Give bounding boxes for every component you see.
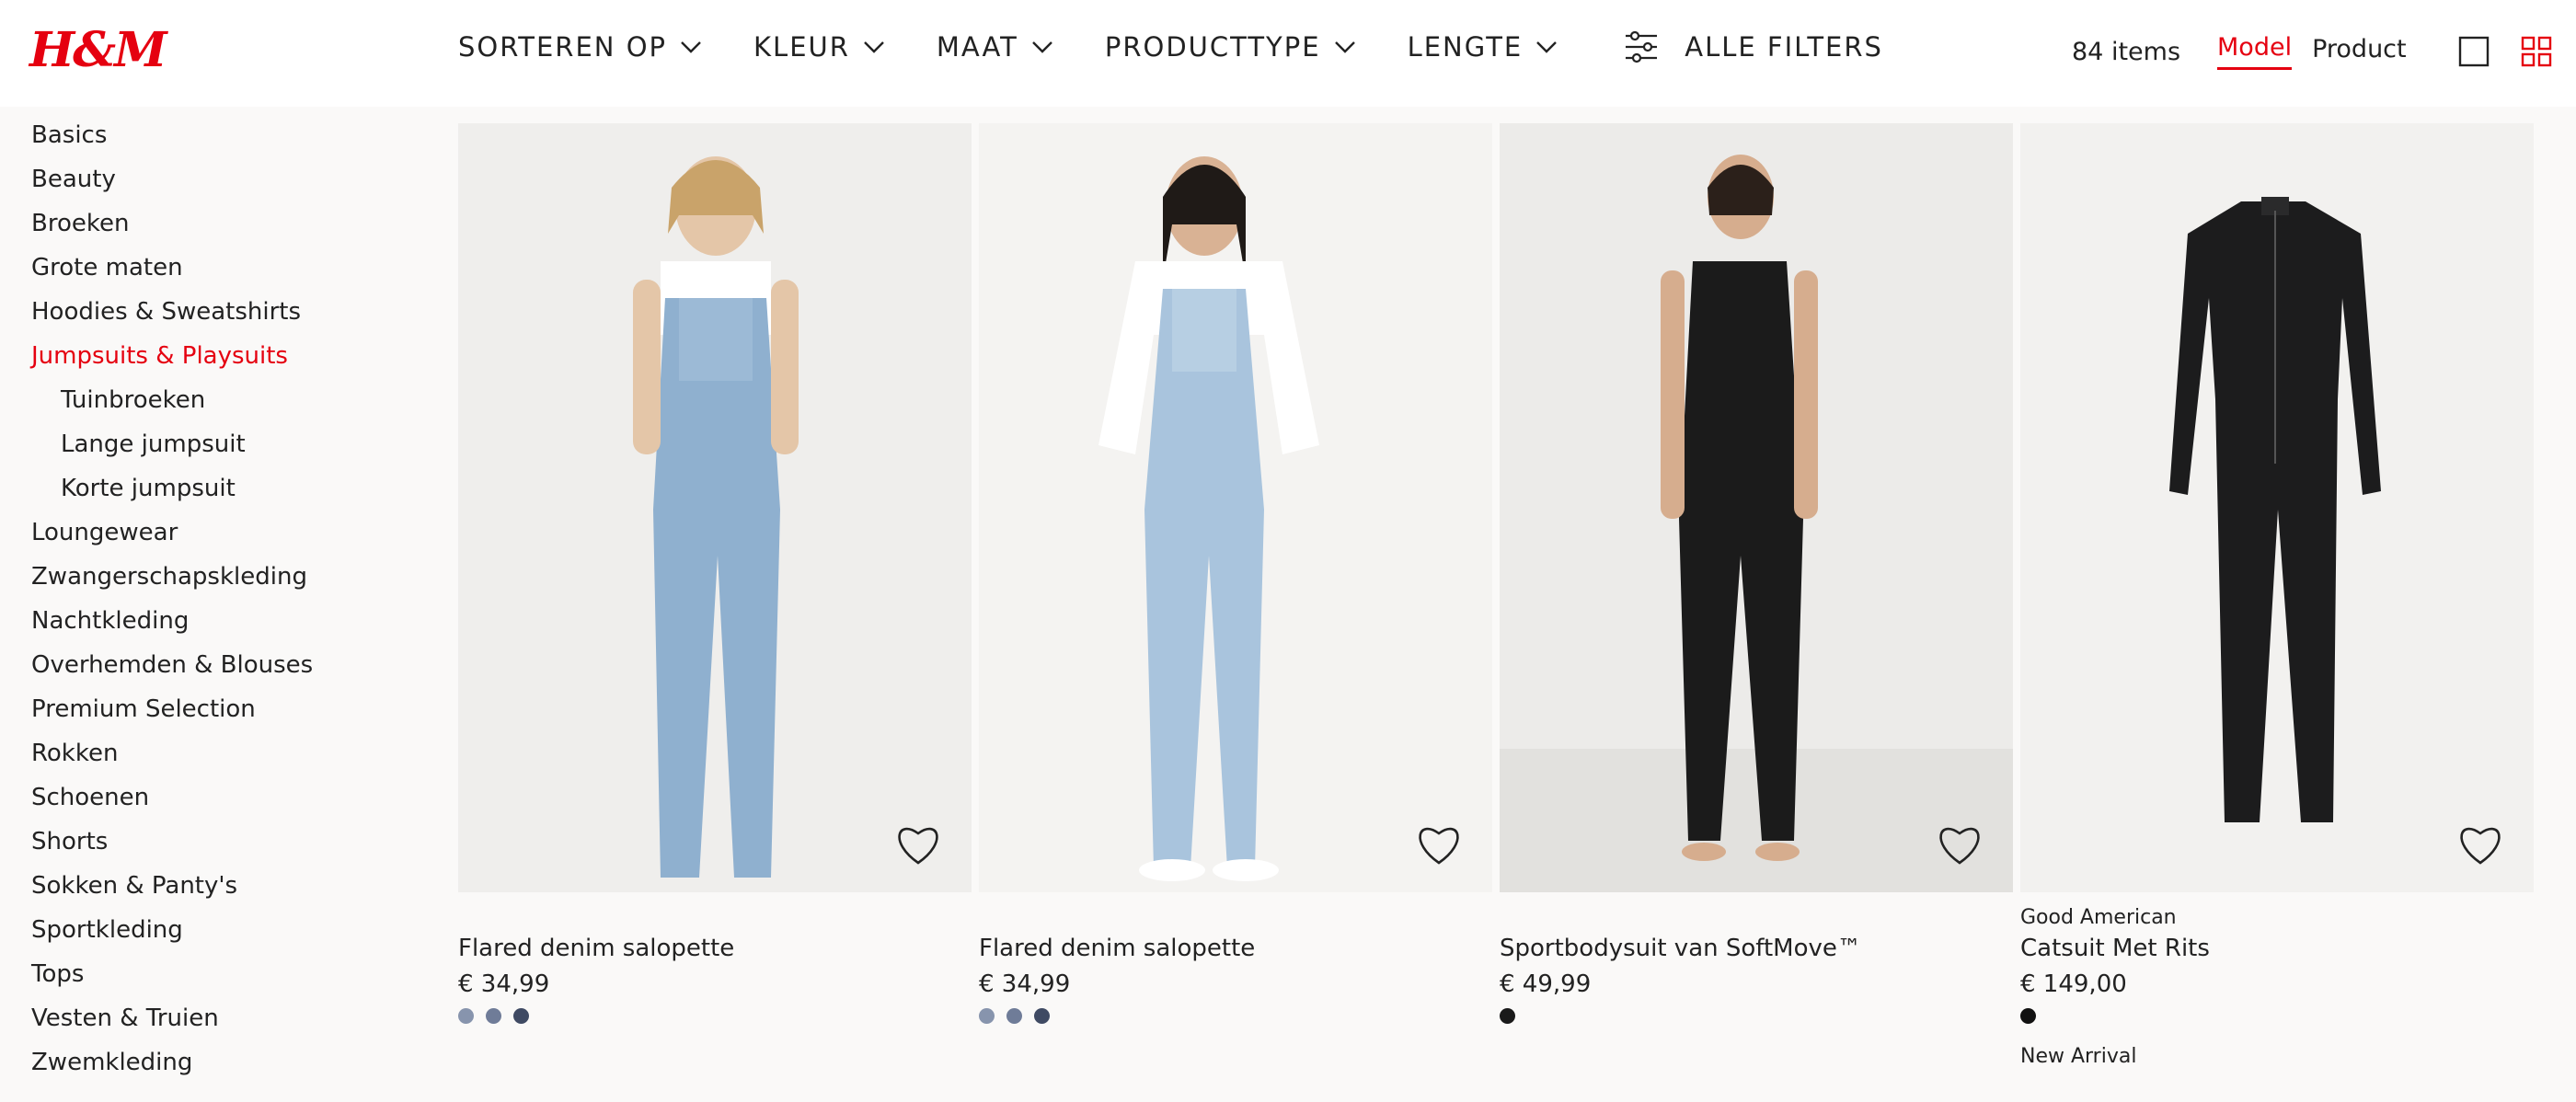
- single-square-icon: [2458, 36, 2489, 67]
- category-sidebar: Basics Beauty Broeken Grote maten Hoodie…: [31, 116, 399, 1087]
- product-image[interactable]: [2020, 123, 2534, 892]
- product-card[interactable]: Flared denim salopette € 34,99: [458, 123, 972, 1068]
- sidebar-item-loungewear[interactable]: Loungewear: [31, 513, 399, 557]
- sidebar-item-beauty[interactable]: Beauty: [31, 160, 399, 204]
- product-price: € 34,99: [979, 970, 1071, 998]
- product-name[interactable]: Sportbodysuit van SoftMove™: [1500, 931, 2013, 966]
- color-swatches: [1500, 1008, 2013, 1027]
- sidebar-item-tops[interactable]: Tops: [31, 955, 399, 999]
- color-swatch[interactable]: [486, 1008, 501, 1024]
- top-bar: H&M SORTEREN OP KLEUR MAAT PRODUCTTYPE L…: [0, 0, 2576, 107]
- product-name[interactable]: Flared denim salopette: [458, 931, 972, 966]
- filter-sliders-icon: [1626, 30, 1658, 63]
- sidebar-subitem-lange-jumpsuit[interactable]: Lange jumpsuit: [31, 425, 399, 469]
- filter-label: PRODUCTTYPE: [1104, 31, 1321, 63]
- color-swatches: [458, 1008, 972, 1027]
- filter-producttype-button[interactable]: PRODUCTTYPE: [1105, 31, 1356, 63]
- color-swatch[interactable]: [1500, 1008, 1515, 1024]
- product-card[interactable]: Flared denim salopette € 34,99: [979, 123, 1492, 1068]
- sidebar-item-rokken[interactable]: Rokken: [31, 734, 399, 778]
- chevron-down-icon: [864, 41, 884, 53]
- sidebar-item-hoodies[interactable]: Hoodies & Sweatshirts: [31, 293, 399, 337]
- chevron-down-icon: [681, 41, 701, 53]
- sidebar-subitem-tuinbroeken[interactable]: Tuinbroeken: [31, 381, 399, 425]
- grid-view-button[interactable]: [2521, 36, 2552, 67]
- chevron-down-icon: [1032, 41, 1052, 53]
- filter-label: KLEUR: [753, 31, 850, 63]
- product-card[interactable]: Sportbodysuit van SoftMove™ € 49,99: [1500, 123, 2013, 1068]
- color-swatches: [2020, 1008, 2534, 1027]
- item-count: 84 items: [2072, 37, 2181, 66]
- filter-size-button[interactable]: MAAT: [937, 31, 1053, 63]
- all-filters-button[interactable]: ALLE FILTERS: [1624, 29, 1883, 64]
- product-price: € 149,00: [2020, 970, 2127, 998]
- sidebar-item-grote-maten[interactable]: Grote maten: [31, 248, 399, 293]
- view-tab-model[interactable]: Model: [2217, 33, 2293, 70]
- hm-logo[interactable]: H&M: [29, 22, 167, 78]
- sidebar-item-jumpsuits[interactable]: Jumpsuits & Playsuits: [31, 337, 399, 381]
- filter-label: MAAT: [936, 31, 1018, 63]
- color-swatch[interactable]: [2020, 1008, 2036, 1024]
- product-image[interactable]: [979, 123, 1492, 892]
- sidebar-item-overhemden[interactable]: Overhemden & Blouses: [31, 646, 399, 690]
- sidebar-item-schoenen[interactable]: Schoenen: [31, 778, 399, 822]
- color-swatch[interactable]: [458, 1008, 474, 1024]
- model-photo-denim-overalls: [458, 123, 972, 892]
- product-name[interactable]: Catsuit Met Rits: [2020, 931, 2534, 966]
- filter-color-button[interactable]: KLEUR: [753, 31, 885, 63]
- product-image[interactable]: [1500, 123, 2013, 892]
- product-price: € 49,99: [1500, 970, 1592, 998]
- single-column-view-button[interactable]: [2458, 36, 2490, 67]
- filter-label: LENGTE: [1407, 31, 1524, 63]
- heart-icon[interactable]: [2456, 822, 2504, 867]
- filter-sort-button[interactable]: SORTEREN OP: [458, 31, 702, 63]
- sidebar-subitem-korte-jumpsuit[interactable]: Korte jumpsuit: [31, 469, 399, 513]
- sidebar-item-shorts[interactable]: Shorts: [31, 822, 399, 867]
- all-filters-label: ALLE FILTERS: [1685, 31, 1883, 63]
- view-controls: 84 items Model Product: [2072, 33, 2552, 70]
- sidebar-item-premium[interactable]: Premium Selection: [31, 690, 399, 734]
- product-name[interactable]: Flared denim salopette: [979, 931, 1492, 966]
- view-tab-product[interactable]: Product: [2312, 35, 2407, 69]
- chevron-down-icon: [1334, 41, 1355, 53]
- product-photo-black-catsuit: [2020, 123, 2534, 892]
- heart-icon[interactable]: [894, 822, 942, 867]
- color-swatch[interactable]: [979, 1008, 995, 1024]
- filter-bar: SORTEREN OP KLEUR MAAT PRODUCTTYPE LENGT…: [458, 29, 1883, 64]
- grid-four-icon: [2521, 36, 2551, 67]
- heart-icon[interactable]: [1936, 822, 1984, 867]
- model-photo-denim-overalls: [979, 123, 1492, 892]
- sidebar-item-zwemkleding[interactable]: Zwemkleding: [31, 1043, 399, 1087]
- sidebar-item-vesten[interactable]: Vesten & Truien: [31, 999, 399, 1043]
- filter-length-button[interactable]: LENGTE: [1408, 31, 1558, 63]
- new-arrival-badge: New Arrival: [2020, 1045, 2137, 1068]
- heart-icon[interactable]: [1415, 822, 1463, 867]
- sidebar-item-zwangerschapskleding[interactable]: Zwangerschapskleding: [31, 557, 399, 602]
- color-swatch[interactable]: [1034, 1008, 1050, 1024]
- color-swatch[interactable]: [513, 1008, 529, 1024]
- filter-label: SORTEREN OP: [458, 31, 668, 63]
- product-grid: Flared denim salopette € 34,99 Flared de…: [458, 123, 2534, 1068]
- sidebar-item-basics[interactable]: Basics: [31, 116, 399, 160]
- product-brand: Good American: [2020, 906, 2177, 929]
- model-photo-black-bodysuit: [1500, 123, 2013, 892]
- sidebar-item-broeken[interactable]: Broeken: [31, 204, 399, 248]
- chevron-down-icon: [1536, 41, 1558, 53]
- sidebar-item-sportkleding[interactable]: Sportkleding: [31, 911, 399, 955]
- product-image[interactable]: [458, 123, 972, 892]
- sidebar-item-nachtkleding[interactable]: Nachtkleding: [31, 602, 399, 646]
- product-card[interactable]: Good American Catsuit Met Rits € 149,00 …: [2020, 123, 2534, 1068]
- color-swatch[interactable]: [1006, 1008, 1022, 1024]
- product-price: € 34,99: [458, 970, 550, 998]
- color-swatches: [979, 1008, 1492, 1027]
- sidebar-item-sokken[interactable]: Sokken & Panty's: [31, 867, 399, 911]
